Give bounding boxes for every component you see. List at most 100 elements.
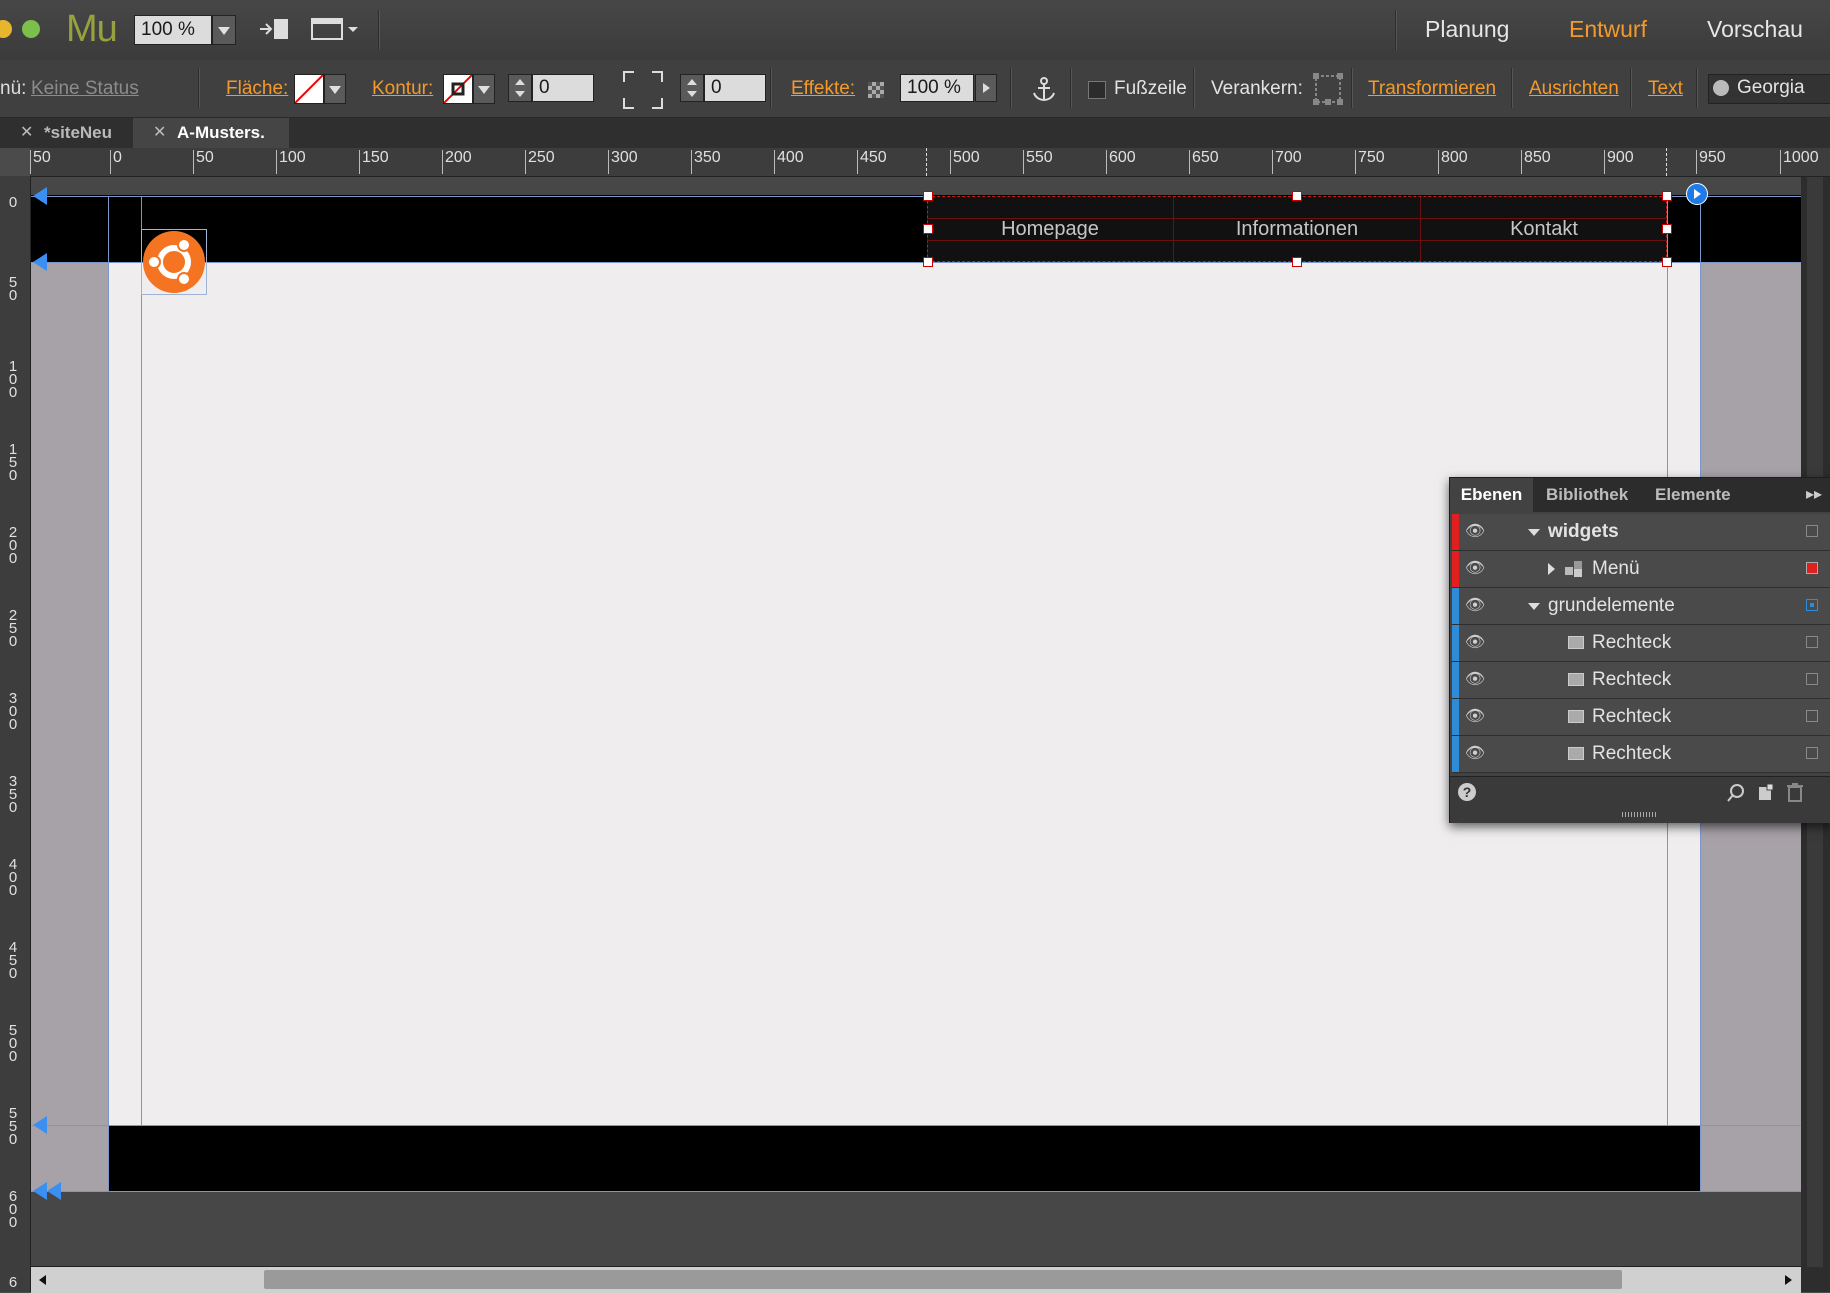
anchor-icon[interactable]: [1030, 76, 1058, 104]
horizontal-ruler[interactable]: 50 0 50 100 150 200 250 300 350 400 450 …: [30, 148, 1830, 177]
expand-icon[interactable]: [1528, 603, 1540, 610]
selection-handle[interactable]: [923, 257, 933, 267]
layer-color-bar: [1452, 699, 1459, 735]
tab-elemente[interactable]: Elemente: [1655, 478, 1731, 512]
header-bottom-marker-icon[interactable]: [33, 253, 47, 271]
fill-label[interactable]: Fläche:: [226, 78, 288, 100]
stroke-width-stepper[interactable]: [508, 74, 532, 102]
pin-position-icon[interactable]: [1312, 72, 1344, 106]
layer-selection-toggle[interactable]: [1806, 747, 1818, 759]
layer-row[interactable]: 👁 Rechteck: [1452, 736, 1830, 773]
layer-selection-toggle[interactable]: [1806, 673, 1818, 685]
zoom-dropdown-button[interactable]: [212, 15, 236, 45]
search-icon[interactable]: [1726, 783, 1746, 803]
page-end-marker-icon[interactable]: [47, 1182, 61, 1200]
selection-handle[interactable]: [923, 224, 933, 234]
scroll-left-arrow-icon[interactable]: [39, 1275, 46, 1285]
font-selector[interactable]: Georgia: [1708, 74, 1830, 104]
eye-icon[interactable]: 👁: [1464, 594, 1486, 618]
layer-row[interactable]: 👁 Rechteck: [1452, 662, 1830, 699]
tab-bibliothek[interactable]: Bibliothek: [1546, 478, 1628, 512]
header-marker-icon[interactable]: [33, 187, 47, 205]
horizontal-scrollbar[interactable]: [31, 1266, 1801, 1293]
collapse-icon[interactable]: [1548, 563, 1555, 575]
text-link[interactable]: Text: [1648, 78, 1683, 100]
guide-line[interactable]: [141, 196, 142, 1126]
stroke-label[interactable]: Kontur:: [372, 78, 433, 100]
layer-row[interactable]: 👁 Menü: [1452, 551, 1830, 588]
layer-row[interactable]: 👁 Rechteck: [1452, 699, 1830, 736]
guide-line[interactable]: [31, 262, 1801, 263]
selection-handle[interactable]: [1292, 257, 1302, 267]
align-link[interactable]: Ausrichten: [1529, 78, 1619, 100]
layer-selection-toggle[interactable]: [1806, 710, 1818, 722]
opacity-slider-button[interactable]: [975, 74, 997, 102]
footer-checkbox[interactable]: [1088, 81, 1106, 99]
ruler-tick: 100: [276, 150, 306, 174]
corner-radius-stepper[interactable]: [680, 74, 704, 102]
corner-radius-field[interactable]: 0: [704, 74, 766, 102]
menu-item-kontakt[interactable]: Kontakt: [1421, 197, 1667, 261]
layer-row[interactable]: 👁 Rechteck: [1452, 625, 1830, 662]
window-minimize-button[interactable]: [0, 20, 12, 38]
widget-options-icon[interactable]: [1686, 183, 1708, 205]
effects-label[interactable]: Effekte:: [791, 78, 855, 100]
footer-marker-icon[interactable]: [33, 1116, 47, 1134]
guide-line[interactable]: [108, 196, 109, 1192]
selection-handle[interactable]: [1662, 191, 1672, 201]
vertical-ruler[interactable]: 0 50 100 150 200 250 300 350 400 450 500…: [0, 176, 31, 1292]
close-icon[interactable]: ✕: [153, 118, 166, 148]
panel-resize-grip[interactable]: [1622, 812, 1656, 817]
fill-swatch[interactable]: [294, 74, 324, 104]
page-end-marker-icon[interactable]: [33, 1182, 47, 1200]
stroke-swatch[interactable]: [443, 74, 473, 104]
eye-icon[interactable]: 👁: [1464, 520, 1486, 544]
help-icon[interactable]: ?: [1458, 783, 1476, 801]
selection-handle[interactable]: [1292, 191, 1302, 201]
workspace-tab-planung[interactable]: Planung: [1425, 16, 1509, 43]
trash-icon[interactable]: [1786, 782, 1804, 802]
scroll-right-arrow-icon[interactable]: [1785, 1275, 1792, 1285]
guide-line[interactable]: [31, 1191, 1801, 1192]
layer-selection-toggle[interactable]: [1806, 599, 1818, 611]
status-value[interactable]: Keine Status: [31, 78, 139, 100]
zoom-field[interactable]: 100 %: [134, 15, 212, 45]
eye-icon[interactable]: 👁: [1464, 742, 1486, 766]
window-zoom-button[interactable]: [22, 20, 40, 38]
doc-tab-siteneu[interactable]: ✕ *siteNeu: [0, 118, 132, 148]
layer-row[interactable]: 👁 widgets: [1452, 514, 1830, 551]
expand-icon[interactable]: [1528, 529, 1540, 536]
panel-collapse-icon[interactable]: ▸▸: [1806, 484, 1822, 504]
page-footer-rectangle[interactable]: [108, 1125, 1700, 1191]
page-export-icon[interactable]: [258, 16, 292, 42]
document-tab-bar: ✕ *siteNeu ✕ A-Musters.: [0, 118, 1830, 148]
eye-icon[interactable]: 👁: [1464, 557, 1486, 581]
eye-icon[interactable]: 👁: [1464, 705, 1486, 729]
eye-icon[interactable]: 👁: [1464, 668, 1486, 692]
eye-icon[interactable]: 👁: [1464, 631, 1486, 655]
workspace-tab-vorschau[interactable]: Vorschau: [1707, 16, 1803, 43]
selection-handle[interactable]: [1662, 257, 1672, 267]
horizontal-scroll-thumb[interactable]: [264, 1270, 1622, 1289]
layer-selection-toggle[interactable]: [1806, 562, 1818, 574]
preview-browser-icon[interactable]: [310, 16, 360, 42]
transform-link[interactable]: Transformieren: [1368, 78, 1496, 100]
layer-selection-toggle[interactable]: [1806, 636, 1818, 648]
tab-ebenen[interactable]: Ebenen: [1450, 478, 1533, 512]
new-layer-icon[interactable]: [1757, 783, 1775, 801]
close-icon[interactable]: ✕: [20, 118, 33, 148]
stroke-dropdown-button[interactable]: [473, 74, 495, 104]
layer-lock-toggle[interactable]: [1806, 525, 1818, 537]
guide-line[interactable]: [31, 1125, 1801, 1126]
doc-tab-a-muster[interactable]: ✕ A-Musters.: [133, 118, 289, 148]
logo-bounding-box[interactable]: [141, 229, 207, 295]
menu-item-homepage[interactable]: Homepage: [927, 197, 1174, 261]
opacity-field[interactable]: 100 %: [900, 74, 974, 102]
workspace-tab-entwurf[interactable]: Entwurf: [1569, 16, 1647, 43]
layer-row[interactable]: 👁 grundelemente: [1452, 588, 1830, 625]
selection-handle[interactable]: [923, 191, 933, 201]
fill-dropdown-button[interactable]: [324, 74, 346, 104]
stroke-width-field[interactable]: 0: [532, 74, 594, 102]
selection-handle[interactable]: [1662, 224, 1672, 234]
menu-item-informationen[interactable]: Informationen: [1174, 197, 1421, 261]
